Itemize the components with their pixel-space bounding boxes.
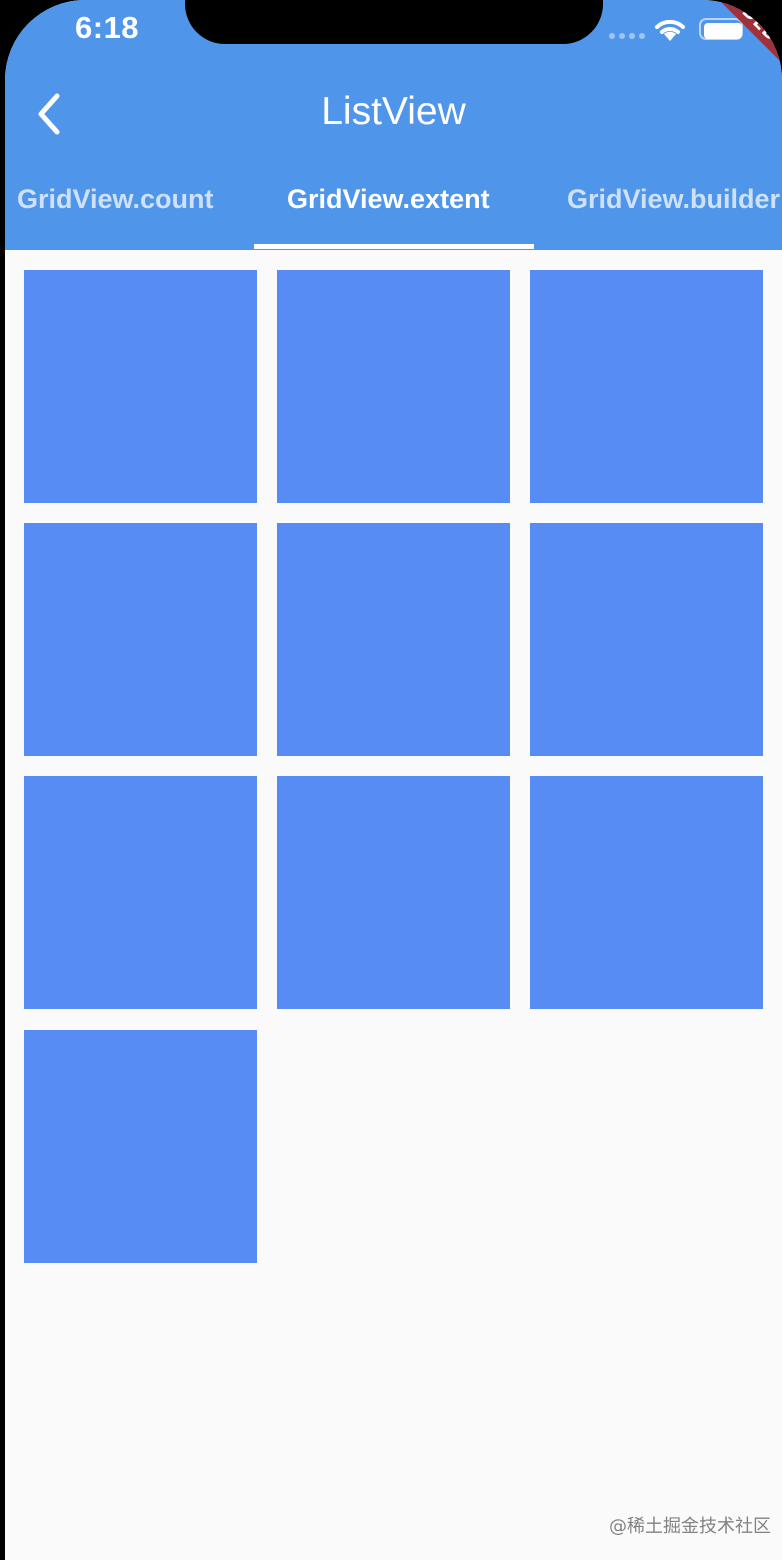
grid-tile[interactable] (24, 1030, 257, 1263)
grid-tile[interactable] (24, 776, 257, 1009)
grid-tile[interactable] (24, 270, 257, 503)
grid-tile[interactable] (277, 523, 510, 756)
tab-gridview-builder[interactable]: GridView.builder (567, 178, 780, 250)
tab-gridview-extent[interactable]: GridView.extent (287, 178, 490, 250)
tab-label: GridView.builder (567, 184, 781, 214)
watermark: @稀土掘金技术社区 (609, 1516, 771, 1537)
phone-screen: 6:18 DEBUG ListView GridView.count GridV… (5, 0, 782, 1560)
tab-label: GridView.count (17, 184, 214, 214)
grid-tile[interactable] (530, 523, 763, 756)
grid-tile[interactable] (530, 776, 763, 1009)
grid-tile[interactable] (24, 523, 257, 756)
debug-banner: DEBUG (708, 0, 782, 96)
status-time: 6:18 (75, 10, 140, 45)
tab-indicator (254, 244, 534, 249)
wifi-icon (655, 19, 685, 41)
grid-tile[interactable] (530, 270, 763, 503)
grid-tile[interactable] (277, 776, 510, 1009)
tab-gridview-count[interactable]: GridView.count (17, 178, 214, 250)
app-bar: 6:18 DEBUG ListView GridView.count GridV… (5, 0, 782, 250)
tab-label: GridView.extent (287, 184, 490, 214)
cellular-signal-icon (609, 33, 645, 39)
grid-tile[interactable] (277, 270, 510, 503)
device-notch (185, 0, 603, 44)
tab-bar: GridView.count GridView.extent GridView.… (5, 178, 782, 250)
page-title: ListView (321, 90, 466, 133)
